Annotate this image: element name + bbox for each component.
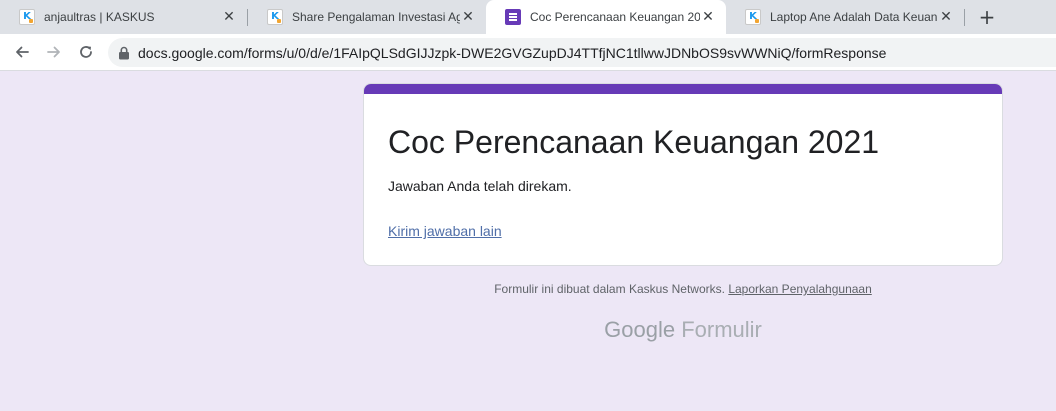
address-bar[interactable]: docs.google.com/forms/u/0/d/e/1FAIpQLSdG…: [108, 38, 1056, 67]
close-icon[interactable]: ✕: [221, 10, 237, 24]
tab-kaskus-profile[interactable]: K anjaultras | KASKUS ✕: [0, 0, 247, 34]
forms-icon: [505, 9, 521, 25]
form-footer: Formulir ini dibuat dalam Kaskus Network…: [363, 282, 1003, 296]
report-abuse-link[interactable]: Laporkan Penyalahgunaan: [728, 282, 871, 296]
close-icon[interactable]: ✕: [460, 10, 476, 24]
footer-text: Formulir ini dibuat dalam Kaskus Network…: [494, 282, 725, 296]
form-response-card: Coc Perencanaan Keuangan 2021 Jawaban An…: [363, 83, 1003, 266]
back-button[interactable]: [12, 42, 32, 62]
tab-separator: [964, 9, 965, 26]
tab-title: Coc Perencanaan Keuangan 2021: [530, 10, 700, 24]
tab-share-pengalaman[interactable]: K Share Pengalaman Investasi Agar ✕: [248, 0, 486, 34]
close-icon[interactable]: ✕: [700, 10, 716, 24]
arrow-left-icon: [16, 46, 29, 58]
reload-button[interactable]: [76, 42, 96, 62]
tab-coc-perencanaan[interactable]: Coc Perencanaan Keuangan 2021 ✕: [486, 0, 726, 34]
brand-google: Google: [604, 317, 676, 342]
tab-title: anjaultras | KASKUS: [44, 10, 155, 24]
arrow-right-icon: [47, 46, 60, 58]
reload-icon: [80, 46, 92, 58]
browser-toolbar: docs.google.com/forms/u/0/d/e/1FAIpQLSdG…: [0, 34, 1056, 71]
card-accent-band: [364, 84, 1002, 94]
kaskus-icon: K: [267, 9, 283, 25]
form-title: Coc Perencanaan Keuangan 2021: [388, 124, 880, 160]
forward-button[interactable]: [44, 42, 64, 62]
new-tab-button[interactable]: +: [976, 6, 998, 28]
confirmation-message: Jawaban Anda telah direkam.: [388, 178, 572, 194]
tab-title: Laptop Ane Adalah Data Keuangan: [770, 10, 938, 24]
tab-title: Share Pengalaman Investasi Agar: [292, 10, 460, 24]
submit-another-link[interactable]: Kirim jawaban lain: [388, 223, 502, 239]
google-forms-logo[interactable]: Google Formulir: [363, 317, 1003, 343]
tab-laptop-ane[interactable]: K Laptop Ane Adalah Data Keuangan ✕: [726, 0, 964, 34]
tab-strip: K anjaultras | KASKUS ✕ K Share Pengalam…: [0, 0, 1056, 34]
close-icon[interactable]: ✕: [938, 10, 954, 24]
lock-icon: [119, 46, 129, 59]
url-text: docs.google.com/forms/u/0/d/e/1FAIpQLSdG…: [138, 44, 887, 61]
kaskus-icon: K: [745, 9, 761, 25]
brand-product: Formulir: [681, 317, 762, 342]
kaskus-icon: K: [19, 9, 35, 25]
